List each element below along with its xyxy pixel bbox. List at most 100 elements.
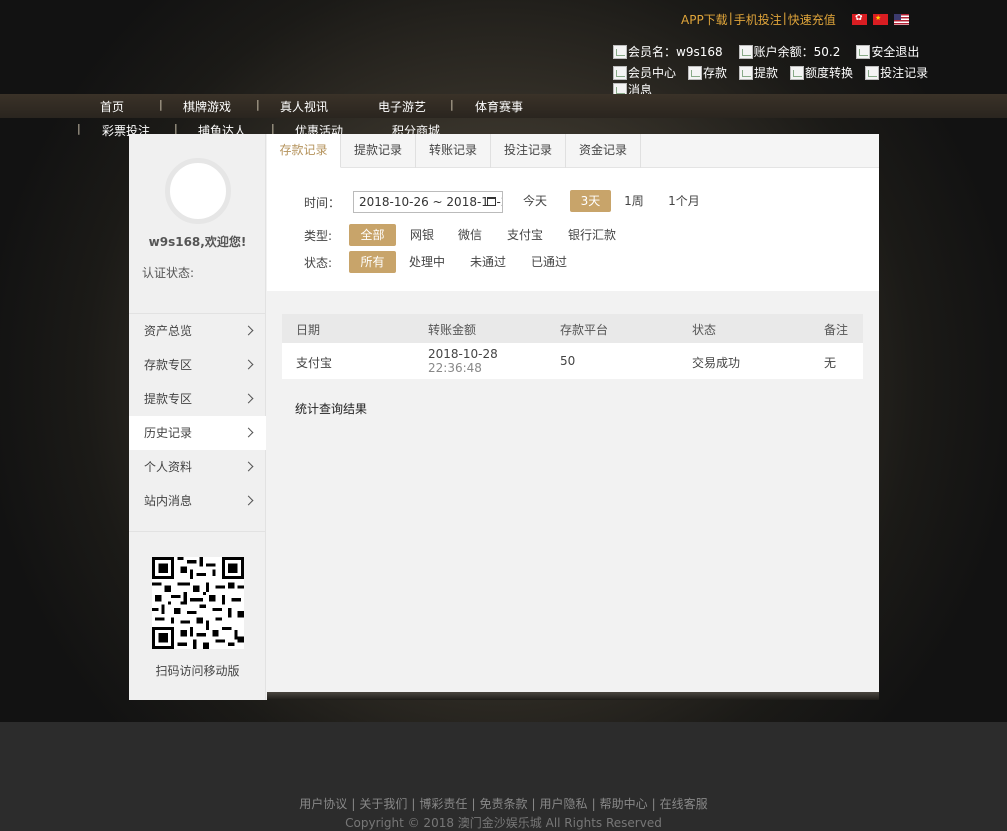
type-option-online-bank[interactable]: 网银 [407, 224, 437, 246]
cell-time: 22:36:48 [428, 361, 482, 375]
column-date: 日期 [296, 323, 321, 337]
time-option-today[interactable]: 今天 [518, 190, 552, 212]
date-range-input[interactable]: 2018-10-26 ~ 2018-10-28 [353, 191, 503, 213]
sidebar-item-deposit[interactable]: 存款专区 [129, 348, 266, 382]
logout-link[interactable]: 安全退出 [856, 43, 919, 60]
status-option-rejected[interactable]: 未通过 [467, 251, 509, 273]
column-note: 备注 [824, 323, 849, 337]
sidebar-item-label: 资产总览 [144, 324, 193, 338]
type-option-alipay[interactable]: 支付宝 [503, 224, 547, 246]
calendar-icon[interactable] [487, 197, 496, 206]
status-option-all[interactable]: 所有 [349, 251, 396, 273]
cell-note: 无 [824, 356, 837, 370]
time-option-1month[interactable]: 1个月 [666, 190, 702, 212]
bet-record-link[interactable]: 投注记录 [865, 64, 928, 81]
nav-home[interactable]: 首页 [100, 98, 124, 115]
footer-link-support[interactable]: 在线客服 [660, 797, 708, 811]
broken-image-icon [739, 65, 754, 80]
app-download-link[interactable]: APP下载 [681, 11, 728, 28]
status-label: 状态: [304, 256, 333, 270]
status-option-approved[interactable]: 已通过 [528, 251, 570, 273]
sidebar-item-withdraw[interactable]: 提款专区 [129, 382, 266, 416]
tab-fund-records[interactable]: 资金记录 [566, 134, 641, 168]
footer-separator: | [531, 797, 536, 811]
chevron-right-icon [243, 427, 254, 438]
hk-flag-icon[interactable] [852, 14, 867, 25]
broken-image-icon [688, 65, 703, 80]
withdraw-link[interactable]: 提款 [739, 64, 778, 81]
time-label: 时间： [304, 196, 341, 210]
sidebar-item-asset-overview[interactable]: 资产总览 [129, 314, 266, 348]
footer-link-help[interactable]: 帮助中心 [600, 797, 648, 811]
footer-separator: | [651, 797, 656, 811]
footer-separator: | [351, 797, 356, 811]
user-area: 会员名： w9s168 账户余额： 50.2 安全退出 会员中心 存款 提款 额… [613, 43, 943, 98]
broken-image-icon [865, 65, 880, 80]
time-option-3days[interactable]: 3天 [570, 190, 611, 212]
nav-separator: | [256, 98, 260, 111]
table-row: 支付宝 2018-10-28 22:36:48 50 交易成功 无 [282, 343, 863, 379]
us-flag-icon[interactable] [894, 14, 909, 25]
tab-transfer-records[interactable]: 转账记录 [416, 134, 491, 168]
broken-image-icon [738, 44, 753, 59]
broken-image-icon [613, 65, 627, 80]
time-option-1week[interactable]: 1周 [619, 190, 649, 212]
sidebar-item-label: 存款专区 [144, 358, 193, 372]
auth-status-label: 认证状态: [142, 266, 195, 280]
type-option-all[interactable]: 全部 [349, 224, 396, 246]
deposit-link[interactable]: 存款 [688, 64, 727, 81]
table-header: 日期 转账金额 存款平台 状态 备注 [282, 314, 863, 343]
nav-live-video[interactable]: 真人视讯 [280, 98, 328, 115]
cell-method: 支付宝 [296, 356, 333, 370]
status-option-processing[interactable]: 处理中 [407, 251, 447, 273]
footer-link-agreement[interactable]: 用户协议 [299, 797, 347, 811]
sidebar-item-messages[interactable]: 站内消息 [129, 484, 266, 518]
tab-bet-records[interactable]: 投注记录 [491, 134, 566, 168]
account-balance: 账户余额： 50.2 [738, 43, 840, 60]
welcome-text: w9s168,欢迎您! [148, 235, 247, 249]
member-value: w9s168 [676, 44, 723, 59]
transfer-link[interactable]: 额度转换 [790, 64, 853, 81]
top-links: APP下载 | 手机投注 | 快速充值 [681, 11, 836, 28]
footer-link-responsibility[interactable]: 博彩责任 [419, 797, 467, 811]
sidebar-item-profile[interactable]: 个人资料 [129, 450, 266, 484]
tab-withdraw-records[interactable]: 提款记录 [341, 134, 416, 168]
copyright: Copyright © 2018 澳门金沙娱乐城 All Rights Rese… [345, 816, 662, 830]
footer-link-privacy[interactable]: 用户隐私 [540, 797, 588, 811]
sidebar-divider [129, 531, 266, 532]
chevron-right-icon [243, 461, 254, 472]
member-sidebar: w9s168,欢迎您! 认证状态: 资产总览 存款专区 提款专区 历史记录 个人… [129, 134, 266, 700]
sidebar-item-history[interactable]: 历史记录 [129, 416, 266, 450]
qr-code-image [152, 557, 244, 649]
sidebar-menu: 资产总览 存款专区 提款专区 历史记录 个人资料 站内消息 [129, 313, 266, 518]
footer-links: 用户协议 | 关于我们 | 博彩责任 | 免责条款 | 用户隐私 | 帮助中心 | 在线客服 [0, 795, 1007, 812]
footer-link-about[interactable]: 关于我们 [359, 797, 407, 811]
footer-separator: | [411, 797, 416, 811]
records-table: 日期 转账金额 存款平台 状态 备注 支付宝 2018-10-28 22:36:… [282, 314, 863, 379]
type-label: 类型: [304, 229, 333, 243]
nav-separator: | [450, 98, 454, 111]
broken-image-icon [790, 65, 805, 80]
mobile-bet-link[interactable]: 手机投注 [734, 11, 782, 28]
broken-image-icon [856, 44, 871, 59]
sidebar-item-label: 个人资料 [144, 460, 193, 474]
sidebar-item-label: 提款专区 [144, 392, 193, 406]
chevron-right-icon [243, 393, 254, 404]
footer-link-disclaimer[interactable]: 免责条款 [479, 797, 527, 811]
transfer-label: 额度转换 [805, 66, 854, 80]
member-label: 会员名： [628, 45, 677, 59]
nav-slot-games[interactable]: 电子游艺 [378, 98, 426, 115]
nav-chess-games[interactable]: 棋牌游戏 [183, 98, 231, 115]
column-amount: 转账金额 [428, 323, 477, 337]
tab-deposit-records[interactable]: 存款记录 [267, 134, 341, 168]
chevron-right-icon [243, 359, 254, 370]
nav-sports[interactable]: 体育赛事 [475, 98, 523, 115]
footer: 用户协议 | 关于我们 | 博彩责任 | 免责条款 | 用户隐私 | 帮助中心 | 在线客服 Copyr… [0, 722, 1007, 831]
avatar [165, 158, 231, 224]
summary-title: 统计查询结果 [295, 402, 368, 416]
type-option-wechat[interactable]: 微信 [455, 224, 485, 246]
cn-flag-icon[interactable] [873, 14, 888, 25]
quick-recharge-link[interactable]: 快速充值 [788, 11, 836, 28]
type-option-bank-transfer[interactable]: 银行汇款 [565, 224, 619, 246]
member-center-link[interactable]: 会员中心 [613, 64, 676, 81]
